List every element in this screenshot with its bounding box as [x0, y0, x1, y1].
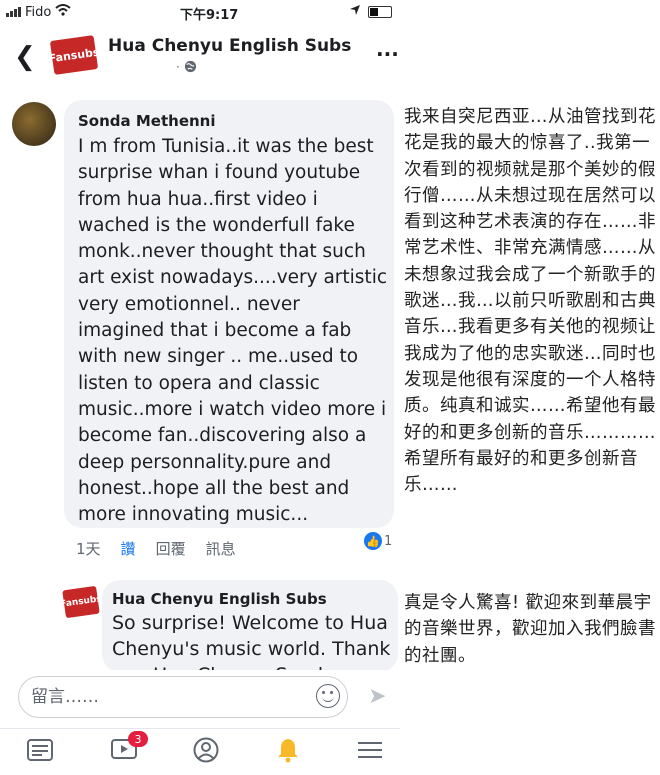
tab-notifications[interactable] [268, 735, 308, 769]
tab-profile[interactable] [186, 735, 226, 769]
commenter-avatar[interactable] [12, 102, 56, 146]
tab-news-feed[interactable] [20, 735, 60, 769]
reply-author-logo[interactable]: Fansubs [60, 585, 102, 619]
more-options-icon[interactable]: ··· [376, 42, 399, 66]
reaction-summary[interactable]: 👍 1 [364, 532, 392, 550]
chinese-reply-translation: 真是令人驚喜! 歡迎來到華晨宇的音樂世界，歡迎加入我們臉書的社團。 [404, 593, 656, 666]
page-logo[interactable]: Fansubs [48, 35, 100, 75]
reply-author[interactable]: Hua Chenyu English Subs [112, 590, 327, 608]
comment-text: I m from Tunisia..it was the best surpri… [78, 136, 387, 526]
status-right [350, 4, 392, 19]
status-bar: Fido 下午9:17 [0, 0, 400, 24]
reaction-count: 1 [384, 533, 393, 549]
tab-menu[interactable] [350, 735, 390, 769]
reply-bubble: Hua Chenyu English Subs So surprise! Wel… [102, 580, 398, 672]
chinese-translation: 我来自突尼西亚…从油管找到花花是我的最大的惊喜了..我第一次看到的视频就是那个美… [404, 107, 656, 496]
page-header: ❮ Fansubs Hua Chenyu English Subs · ··· [0, 24, 400, 86]
page-title[interactable]: Hua Chenyu English Subs [108, 36, 351, 56]
message-link[interactable]: 訊息 [206, 538, 236, 559]
comment-time: 1天 [76, 540, 101, 558]
tab-watch[interactable]: 3 [104, 731, 148, 769]
like-link[interactable]: 讚 [121, 538, 136, 559]
news-feed-icon [27, 739, 53, 765]
bottom-tab-bar: 3 [0, 728, 400, 775]
comment-composer: ➤ [0, 670, 400, 728]
video-badge: 3 [128, 731, 148, 747]
dot-separator: · [176, 60, 180, 74]
battery-icon [368, 5, 392, 18]
carrier-indicator: Fido [6, 4, 72, 20]
wifi-icon [55, 4, 72, 20]
profile-icon [193, 737, 219, 767]
back-chevron-icon[interactable]: ❮ [14, 42, 36, 72]
location-arrow-icon [350, 4, 360, 19]
bell-icon [276, 737, 300, 767]
globe-icon [184, 60, 197, 74]
signal-icon [6, 7, 21, 17]
reply-link[interactable]: 回覆 [156, 538, 186, 559]
reply-text: So surprise! Welcome to Hua Chenyu's mus… [112, 612, 391, 672]
comment-bubble: Sonda Methenni I m from Tunisia..it was … [64, 100, 394, 528]
comment-author[interactable]: Sonda Methenni [78, 112, 216, 130]
comment-input[interactable] [18, 676, 348, 718]
thumbs-up-icon: 👍 [364, 532, 382, 550]
facebook-app: Fido 下午9:17 ❮ Fansubs Hua Chenyu English… [0, 0, 400, 775]
comment-actions: 1天 讚 回覆 訊息 [76, 538, 236, 559]
page-subtitle: · [176, 60, 197, 74]
clock: 下午9:17 [180, 8, 239, 23]
emoji-icon[interactable] [316, 684, 340, 708]
carrier-name: Fido [25, 4, 52, 20]
menu-icon [358, 740, 382, 764]
send-icon[interactable]: ➤ [368, 684, 386, 709]
